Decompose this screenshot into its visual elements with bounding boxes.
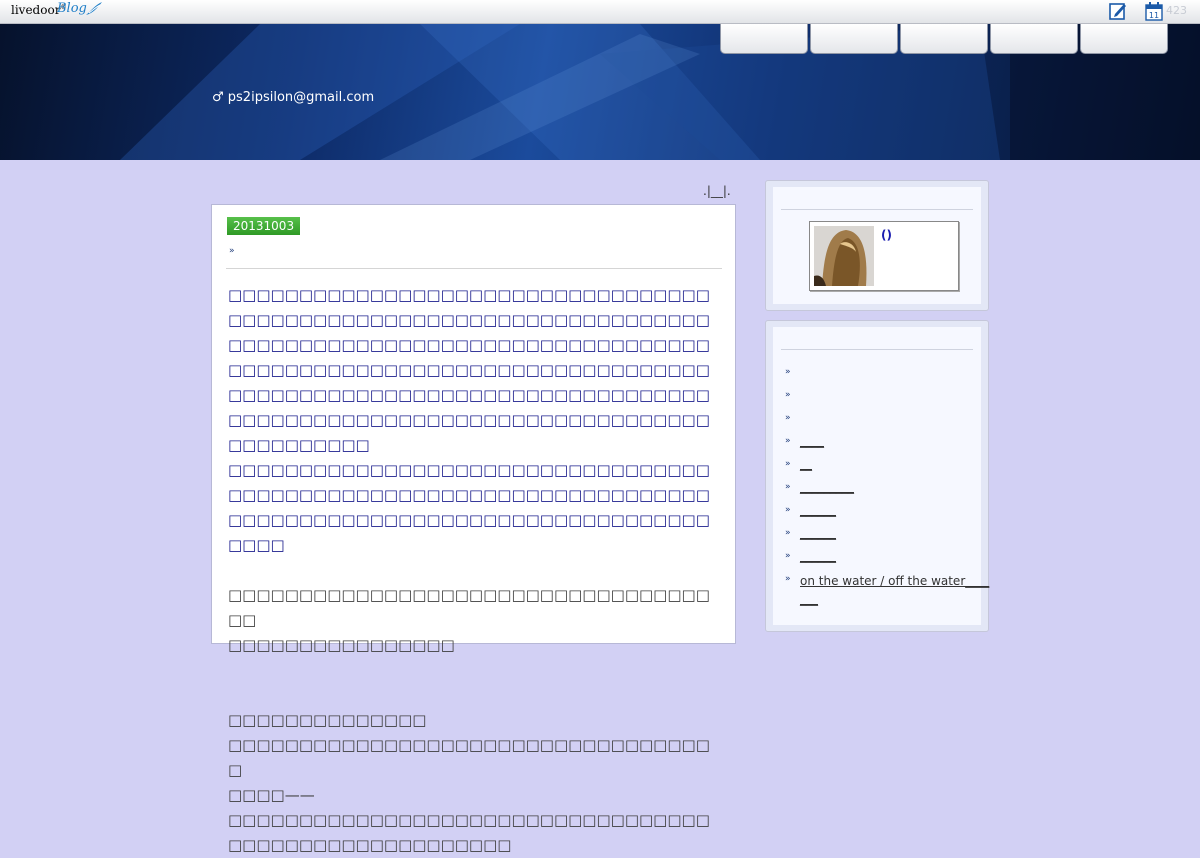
article-line (228, 558, 722, 583)
article-line (228, 658, 722, 683)
double-arrow-icon: » (785, 482, 791, 492)
double-arrow-icon: » (785, 528, 791, 538)
double-arrow-icon: » (785, 367, 791, 377)
sidebar-links-box: » » » » ____ » __ » _________ » ______ » ______ » ____… (765, 320, 989, 632)
blog-header: ♂ ps2ipsilon@gmail.com (0, 24, 1200, 160)
sidebar-profile-inner: () (773, 187, 981, 304)
article-paragraph: □□□□□□□□□□□□□□□□□□□□□□□□□□□□□□□□□□□□□□□□… (228, 458, 722, 558)
calendar-day: 11 (1149, 11, 1159, 20)
calendar-icon[interactable]: 11 (1144, 1, 1164, 21)
article-line: □□□□□□□□□□□□□□ (228, 711, 427, 729)
double-arrow-icon: » (785, 574, 791, 584)
article-line (228, 683, 722, 708)
article-line: □□□□□□□□□□□□□□□□ (228, 636, 455, 654)
article-line: □□□□□□□□□□□□□□□□□□□□□□□□□□□□□□□□□□□□ (228, 586, 710, 629)
category-bullet-icon[interactable]: » (229, 246, 235, 256)
article-card: 20131003 » □□□□□□□□□□□□□□□□□□□□□□□□□□□□□… (211, 204, 736, 854)
article-line: □□□□□□□□□□□□□□□□□□□□□□□□□□□□□□□□□□□□□□□□… (228, 461, 710, 554)
sidebar-links-inner: » » » » ____ » __ » _________ » ______ » ______ » ____… (773, 327, 989, 625)
double-arrow-icon: » (785, 436, 791, 446)
nav-button-3[interactable] (900, 24, 988, 54)
header-email[interactable]: ♂ ps2ipsilon@gmail.com (212, 90, 374, 105)
sidebar-link-text[interactable]: ______ (800, 549, 836, 563)
nav-button-2[interactable] (810, 24, 898, 54)
sidebar-link-text[interactable]: ____ (800, 434, 824, 448)
article-line: □□□□□□□□□□□□□□□□□□□□□□□□□□□□□□□□□□□□□□□□… (228, 811, 710, 854)
logo-blog-text: Blog (57, 1, 87, 16)
profile-card[interactable]: () (809, 221, 959, 291)
sidebar-divider (781, 349, 973, 350)
nav-button-4[interactable] (990, 24, 1078, 54)
sidebar-link-text[interactable]: __ (800, 457, 812, 471)
post-date-badge: 20131003 (227, 217, 301, 235)
edit-post-icon[interactable] (1108, 1, 1128, 21)
article-body: □□□□□□□□□□□□□□□□□□□□□□□□□□□□□□□□□□□□□□□□… (228, 283, 722, 858)
article-paragraph: □□□□□□□□□□□□□□□□□□□□□□□□□□□□□□□□□□□□□□□□… (228, 558, 722, 858)
double-arrow-icon: » (785, 459, 791, 469)
double-arrow-icon: » (785, 390, 791, 400)
double-arrow-icon: » (785, 413, 791, 423)
sidebar-link-text[interactable]: on the water / off the water_______ (800, 572, 990, 608)
article-line: □□□□□□□□□□□□□□□□□□□□□□□□□□□□□□□□□□□ (228, 736, 710, 779)
sidebar-link-text[interactable]: ______ (800, 526, 836, 540)
top-bar: livedoor® Blog 11 423 (0, 0, 1200, 24)
article-divider (226, 268, 722, 269)
sidebar-link-text[interactable]: ______ (800, 503, 836, 517)
sidebar-link-text[interactable]: _________ (800, 480, 854, 494)
calendar-count: 423 (1166, 4, 1187, 17)
sidebar-divider (781, 209, 973, 210)
double-arrow-icon: » (785, 505, 791, 515)
sidebar-profile-box: () (765, 180, 989, 311)
article-line: □□□□□□□□□□□□□□□□□□□□□□□□□□□□□□□□□□□□□□□□… (228, 286, 710, 454)
nav-button-5[interactable] (1080, 24, 1168, 54)
bird-icon (86, 2, 102, 15)
article-paragraph: □□□□□□□□□□□□□□□□□□□□□□□□□□□□□□□□□□□□□□□□… (228, 283, 722, 458)
avatar[interactable] (814, 226, 874, 286)
breadcrumb[interactable]: .|__|. (703, 184, 731, 198)
double-arrow-icon: » (785, 551, 791, 561)
profile-name[interactable]: () (881, 228, 892, 242)
article-line: □□□□—— (228, 786, 315, 804)
nav-button-1[interactable] (720, 24, 808, 54)
